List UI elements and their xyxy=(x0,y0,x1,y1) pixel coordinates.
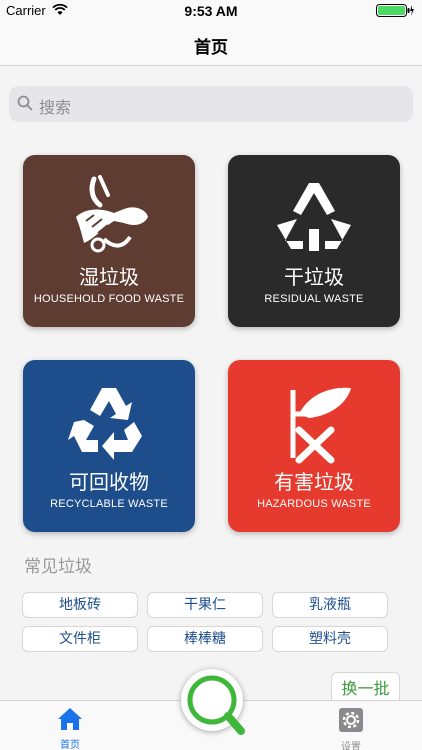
category-hazardous[interactable]: 有害垃圾 HAZARDOUS WASTE xyxy=(228,360,400,532)
tab-label: 设置 xyxy=(341,742,361,750)
category-name-cn: 干垃圾 xyxy=(284,265,344,289)
category-name-cn: 湿垃圾 xyxy=(79,265,139,289)
hazardous-waste-icon xyxy=(228,374,400,464)
category-name-en: RESIDUAL WASTE xyxy=(264,293,364,305)
category-name-cn: 有害垃圾 xyxy=(274,470,354,494)
search-icon xyxy=(17,95,33,111)
waste-tag[interactable]: 地板砖 xyxy=(22,592,138,618)
category-name-en: HOUSEHOLD FOOD WASTE xyxy=(33,293,185,305)
search-placeholder: 搜索 xyxy=(39,98,72,117)
clock: 9:53 AM xyxy=(184,3,238,19)
tab-home[interactable]: 首页 xyxy=(40,707,100,750)
waste-tag[interactable]: 文件柜 xyxy=(22,626,138,652)
category-name-en: RECYCLABLE WASTE xyxy=(50,498,168,510)
food-waste-icon xyxy=(23,169,195,259)
home-icon xyxy=(58,708,82,730)
search-fab-button[interactable] xyxy=(181,669,245,735)
waste-tag[interactable]: 棒棒糖 xyxy=(147,626,263,652)
category-residual-waste[interactable]: 干垃圾 RESIDUAL WASTE xyxy=(228,155,400,327)
recycle-icon xyxy=(23,374,195,464)
nav-bar: 首页 xyxy=(0,22,422,66)
tab-label: 首页 xyxy=(60,740,80,750)
page-title: 首页 xyxy=(194,38,228,58)
category-food-waste[interactable]: 湿垃圾 HOUSEHOLD FOOD WASTE xyxy=(23,155,195,327)
waste-tag[interactable]: 乳液瓶 xyxy=(272,592,388,618)
battery-icon xyxy=(376,4,414,17)
status-bar: Carrier 9:53 AM xyxy=(0,0,422,22)
common-waste-title: 常见垃圾 xyxy=(24,557,92,577)
settings-icon xyxy=(339,708,363,732)
category-recyclable[interactable]: 可回收物 RECYCLABLE WASTE xyxy=(23,360,195,532)
category-name-cn: 可回收物 xyxy=(69,470,149,494)
search-input[interactable]: 搜索 xyxy=(9,86,413,122)
category-name-en: HAZARDOUS WASTE xyxy=(257,498,371,510)
residual-waste-icon xyxy=(228,169,400,259)
tab-settings[interactable]: 设置 xyxy=(321,707,381,750)
waste-tag[interactable]: 干果仁 xyxy=(147,592,263,618)
waste-tag[interactable]: 塑料壳 xyxy=(272,626,388,652)
search-icon xyxy=(187,675,245,735)
